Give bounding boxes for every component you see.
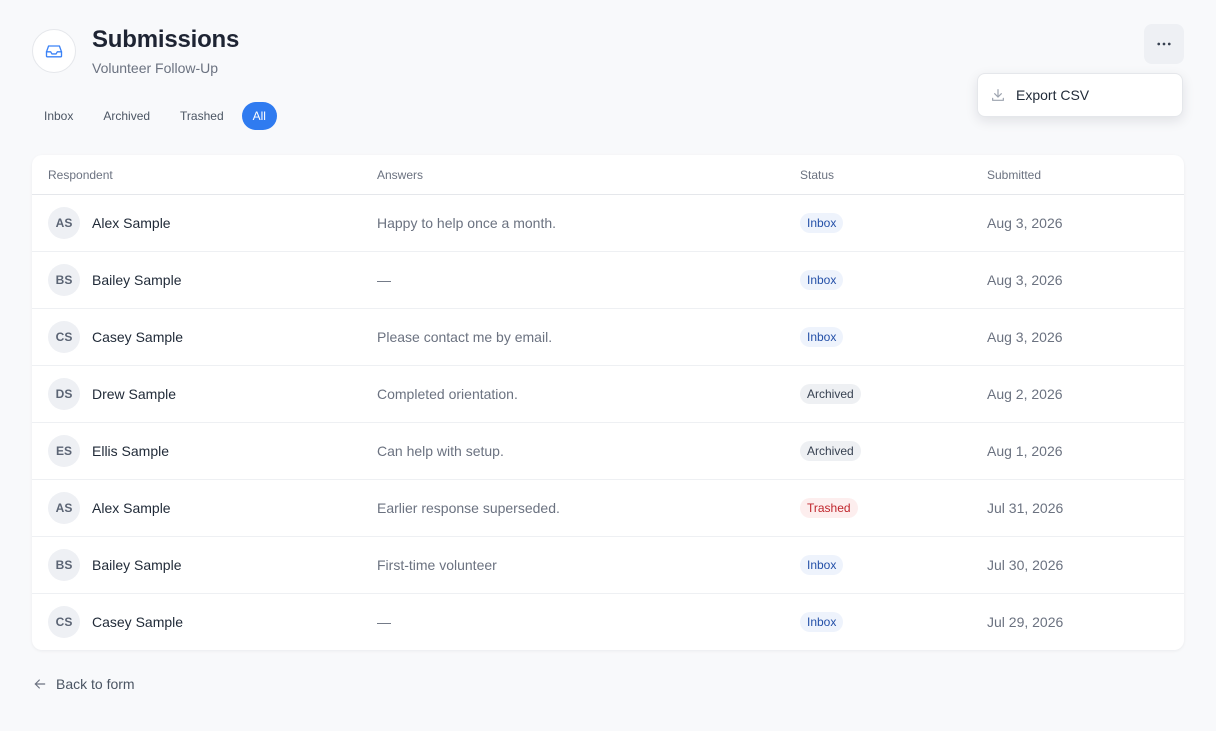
table-row[interactable]: ES Ellis Sample Can help with setup. Archiv… xyxy=(32,423,1184,480)
export-csv-menu-item[interactable]: Export CSV xyxy=(978,74,1182,116)
more-options-button[interactable] xyxy=(1144,24,1184,64)
page-title: Submissions xyxy=(92,26,240,53)
table-header: Respondent Answers Status Submitted xyxy=(32,155,1184,195)
tab-trashed[interactable]: Trashed xyxy=(168,102,236,130)
column-header-status: Status xyxy=(800,167,835,182)
avatar: BS xyxy=(48,264,80,296)
respondent-name: Casey Sample xyxy=(92,614,184,630)
respondent-name: Casey Sample xyxy=(92,329,184,345)
answer-text: — xyxy=(377,272,391,288)
respondent-name: Bailey Sample xyxy=(92,557,182,573)
answer-text: Earlier response superseded. xyxy=(377,500,560,516)
avatar: BS xyxy=(48,549,80,581)
submitted-date: Jul 30, 2026 xyxy=(987,557,1064,573)
column-header-submitted: Submitted xyxy=(987,167,1042,182)
submitted-date: Aug 3, 2026 xyxy=(987,272,1063,288)
status-cell: Archived xyxy=(800,366,861,422)
status-badge: Archived xyxy=(800,384,861,404)
respondent-cell: BS Bailey Sample xyxy=(48,252,182,308)
answer-text: Can help with setup. xyxy=(377,443,504,459)
answer-text: First-time volunteer xyxy=(377,557,497,573)
respondent-cell: DS Drew Sample xyxy=(48,366,176,422)
answer-text: — xyxy=(377,614,391,630)
table-row[interactable]: BS Bailey Sample First-time volunteer Inbox… xyxy=(32,537,1184,594)
respondent-cell: CS Casey Sample xyxy=(48,309,183,365)
table-row[interactable]: BS Bailey Sample — Inbox Aug 3, 2026 xyxy=(32,252,1184,309)
status-badge: Archived xyxy=(800,441,861,461)
avatar: ES xyxy=(48,435,80,467)
answer-text: Please contact me by email. xyxy=(377,329,553,345)
respondent-name: Drew Sample xyxy=(92,386,177,402)
respondent-cell: BS Bailey Sample xyxy=(48,537,182,593)
arrow-left-icon xyxy=(32,676,48,692)
answer-text: Completed orientation. xyxy=(377,386,518,402)
respondent-cell: AS Alex Sample xyxy=(48,195,171,251)
page-subtitle: Volunteer Follow-Up xyxy=(92,60,219,76)
back-to-form-link[interactable]: Back to form xyxy=(32,674,135,694)
status-cell: Archived xyxy=(800,423,861,479)
status-cell: Inbox xyxy=(800,195,844,251)
avatar: CS xyxy=(48,606,80,638)
avatar: AS xyxy=(48,492,80,524)
status-badge: Inbox xyxy=(800,270,844,290)
respondent-cell: ES Ellis Sample xyxy=(48,423,169,479)
tab-all[interactable]: All xyxy=(241,102,277,130)
status-cell: Inbox xyxy=(800,594,844,650)
status-badge: Inbox xyxy=(800,213,844,233)
table-row[interactable]: CS Casey Sample — Inbox Jul 29, 2026 xyxy=(32,594,1184,650)
table-row[interactable]: CS Casey Sample Please contact me by email… xyxy=(32,309,1184,366)
status-badge: Inbox xyxy=(800,327,844,347)
respondent-name: Ellis Sample xyxy=(92,443,170,459)
tab-inbox[interactable]: Inbox xyxy=(32,102,85,130)
export-csv-label: Export CSV xyxy=(1016,87,1090,103)
respondent-name: Alex Sample xyxy=(92,215,171,231)
respondent-name: Bailey Sample xyxy=(92,272,182,288)
respondent-cell: AS Alex Sample xyxy=(48,480,171,536)
status-cell: Trashed xyxy=(800,480,858,536)
download-icon xyxy=(990,87,1006,103)
column-header-respondent: Respondent xyxy=(48,167,113,182)
submitted-date: Aug 3, 2026 xyxy=(987,329,1063,345)
answer-text: Happy to help once a month. xyxy=(377,215,557,231)
respondent-name: Alex Sample xyxy=(92,500,171,516)
submissions-table: Respondent Answers Status Submitted AS Al… xyxy=(32,155,1184,650)
status-badge: Inbox xyxy=(800,555,844,575)
status-badge: Inbox xyxy=(800,612,844,632)
status-cell: Inbox xyxy=(800,537,844,593)
back-to-form-label: Back to form xyxy=(56,676,135,692)
status-cell: Inbox xyxy=(800,309,844,365)
options-menu: Export CSV xyxy=(977,73,1183,117)
submitted-date: Jul 29, 2026 xyxy=(987,614,1064,630)
table-row[interactable]: DS Drew Sample Completed orientation. Archi… xyxy=(32,366,1184,423)
status-badge: Trashed xyxy=(800,498,858,518)
table-row[interactable]: AS Alex Sample Happy to help once a month.… xyxy=(32,195,1184,252)
table-row[interactable]: AS Alex Sample Earlier response superseded… xyxy=(32,480,1184,537)
more-horizontal-icon xyxy=(1155,35,1173,53)
respondent-cell: CS Casey Sample xyxy=(48,594,183,650)
status-cell: Inbox xyxy=(800,252,844,308)
submitted-date: Aug 1, 2026 xyxy=(987,443,1063,459)
inbox-icon xyxy=(32,29,76,73)
avatar: AS xyxy=(48,207,80,239)
submitted-date: Aug 2, 2026 xyxy=(987,386,1063,402)
column-header-answers: Answers xyxy=(377,167,424,182)
tab-archived[interactable]: Archived xyxy=(91,102,162,130)
submitted-date: Aug 3, 2026 xyxy=(987,215,1063,231)
avatar: CS xyxy=(48,321,80,353)
avatar: DS xyxy=(48,378,80,410)
submitted-date: Jul 31, 2026 xyxy=(987,500,1064,516)
status-filter-tabs: Inbox Archived Trashed All xyxy=(32,102,283,130)
